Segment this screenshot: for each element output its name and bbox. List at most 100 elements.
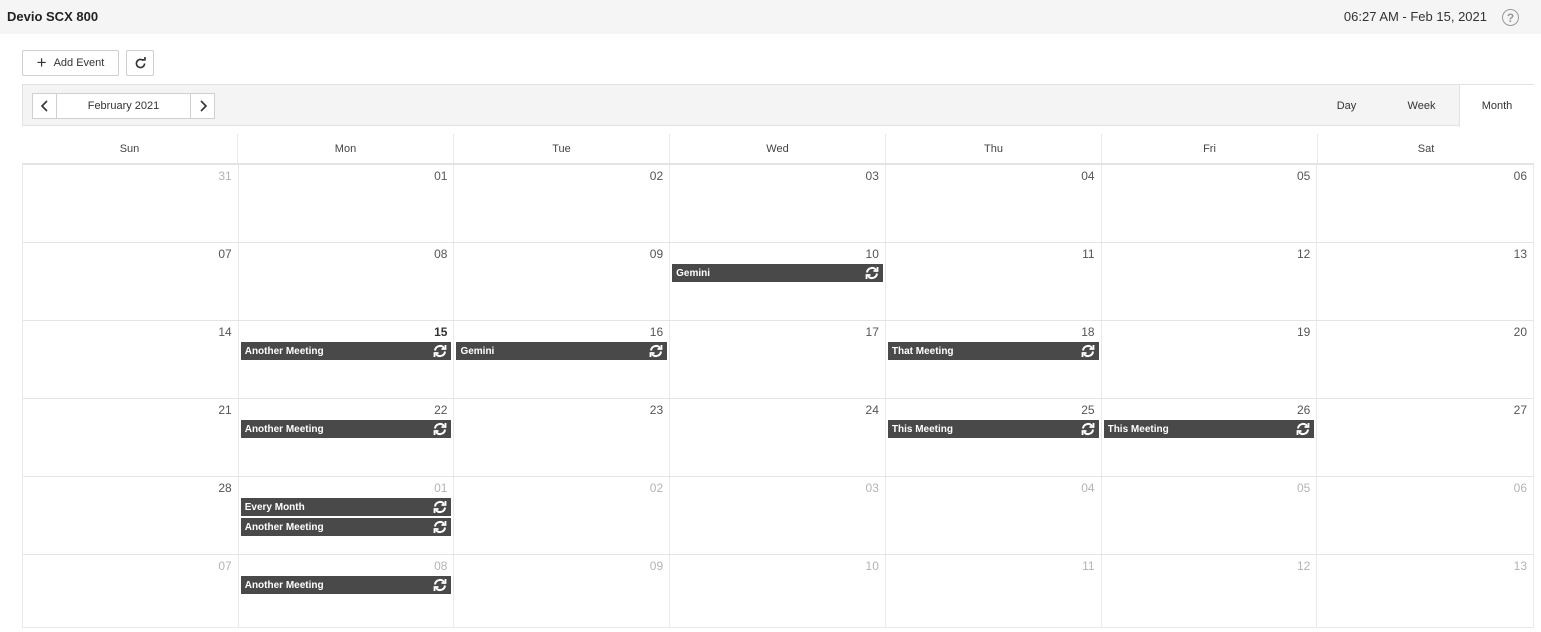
day-number: 05 <box>1296 481 1311 495</box>
recurring-icon <box>431 343 449 359</box>
day-cell[interactable]: 06 <box>1317 165 1533 242</box>
view-tab-week[interactable]: Week <box>1384 85 1459 126</box>
event-item[interactable]: That Meeting <box>887 342 1099 360</box>
recurring-icon <box>431 421 449 437</box>
view-tab-month[interactable]: Month <box>1459 85 1534 127</box>
day-cell[interactable]: 22 Another Meeting <box>239 399 455 476</box>
day-number: 18 <box>1081 325 1095 339</box>
day-number: 23 <box>649 403 664 417</box>
weekday-header-fri: Fri <box>1102 134 1318 163</box>
day-number: 07 <box>218 559 232 573</box>
day-cell[interactable]: 09 <box>454 243 671 320</box>
day-number: 27 <box>1513 403 1528 417</box>
clock-display: 06:27 AM - Feb 15, 2021 <box>1343 9 1487 24</box>
day-cell[interactable]: 31 <box>23 165 239 242</box>
day-cell[interactable]: 09 <box>454 555 671 627</box>
month-grid: 31 01 02 03 04 05 06 07 08 09 10 Gemini 11 12 13 14 15 An… <box>22 165 1534 628</box>
day-number: 22 <box>434 403 448 417</box>
event-item[interactable]: Another Meeting <box>240 420 452 438</box>
day-number: 08 <box>434 559 448 573</box>
week-row: 21 22 Another Meeting 23 24 25 This Meeting 26 T… <box>23 399 1533 477</box>
help-icon[interactable]: ? <box>1502 9 1519 26</box>
day-cell[interactable]: 10 <box>670 555 886 627</box>
day-cell[interactable]: 28 <box>23 477 239 554</box>
next-month-button[interactable] <box>190 94 214 118</box>
day-cell[interactable]: 08 <box>239 243 455 320</box>
prev-month-button[interactable] <box>33 94 57 118</box>
day-cell[interactable]: 14 <box>23 321 239 398</box>
day-number: 10 <box>865 247 879 261</box>
day-number: 09 <box>649 559 664 573</box>
day-cell[interactable]: 25 This Meeting <box>886 399 1102 476</box>
event-title: Every Month <box>244 501 305 513</box>
day-number: 11 <box>1082 559 1095 573</box>
day-number: 02 <box>649 481 664 495</box>
day-cell[interactable]: 12 <box>1102 555 1318 627</box>
day-cell[interactable]: 12 <box>1102 243 1318 320</box>
day-cell[interactable]: 27 <box>1317 399 1533 476</box>
event-title: This Meeting <box>1107 423 1169 435</box>
event-item[interactable]: This Meeting <box>1103 420 1315 438</box>
day-cell[interactable]: 13 <box>1317 555 1533 627</box>
day-number: 04 <box>1081 481 1095 495</box>
event-item[interactable]: Another Meeting <box>240 576 452 594</box>
day-cell[interactable]: 07 <box>23 243 239 320</box>
view-tab-day[interactable]: Day <box>1309 85 1384 126</box>
day-cell[interactable]: 02 <box>454 477 671 554</box>
day-cell[interactable]: 03 <box>670 477 886 554</box>
day-number: 15 <box>434 325 448 339</box>
day-cell[interactable]: 01 <box>239 165 455 242</box>
chevron-right-icon <box>199 100 207 112</box>
day-number: 25 <box>1081 403 1095 417</box>
day-cell[interactable]: 16 Gemini <box>454 321 671 398</box>
week-row: 07 08 09 10 Gemini 11 12 13 <box>23 243 1533 321</box>
day-cell[interactable]: 13 <box>1317 243 1533 320</box>
day-number: 12 <box>1296 247 1311 261</box>
day-cell[interactable]: 18 That Meeting <box>886 321 1102 398</box>
day-cell[interactable]: 10 Gemini <box>670 243 886 320</box>
event-item[interactable]: Another Meeting <box>240 342 452 360</box>
day-number: 28 <box>218 481 232 495</box>
day-cell[interactable]: 17 <box>670 321 886 398</box>
add-event-button[interactable]: + Add Event <box>22 50 119 76</box>
event-title: Another Meeting <box>244 521 324 533</box>
day-cell[interactable]: 05 <box>1102 477 1318 554</box>
day-number: 24 <box>865 403 879 417</box>
event-title: Another Meeting <box>244 579 324 591</box>
weekday-header-sun: Sun <box>22 134 238 163</box>
day-cell[interactable]: 20 <box>1317 321 1533 398</box>
event-item[interactable]: This Meeting <box>887 420 1099 438</box>
day-cell[interactable]: 06 <box>1317 477 1533 554</box>
day-cell[interactable]: 08 Another Meeting <box>239 555 455 627</box>
day-cell[interactable]: 26 This Meeting <box>1102 399 1318 476</box>
day-cell[interactable]: 15 Another Meeting <box>239 321 455 398</box>
weekday-header-thu: Thu <box>886 134 1102 163</box>
day-cell[interactable]: 11 <box>886 243 1102 320</box>
event-title: Gemini <box>460 345 495 357</box>
weekday-header-sat: Sat <box>1417 142 1435 155</box>
week-row: 28 01 Every Month Another Meeting 02 03 04 05 06 <box>23 477 1533 555</box>
day-cell[interactable]: 19 <box>1102 321 1318 398</box>
day-cell[interactable]: 24 <box>670 399 886 476</box>
day-cell[interactable]: 21 <box>23 399 239 476</box>
day-cell[interactable]: 07 <box>23 555 239 627</box>
refresh-button[interactable] <box>126 50 154 76</box>
event-item[interactable]: Gemini <box>672 264 883 282</box>
app-header: Devio SCX 800 06:27 AM - Feb 15, 2021 ? <box>0 0 1541 34</box>
day-cell[interactable]: 11 <box>886 555 1102 627</box>
event-item[interactable]: Every Month <box>240 498 452 516</box>
day-cell[interactable]: 23 <box>454 399 671 476</box>
day-cell[interactable]: 03 <box>670 165 886 242</box>
add-event-label: Add Event <box>53 57 105 69</box>
day-number: 13 <box>1513 559 1528 573</box>
event-item[interactable]: Gemini <box>456 342 668 360</box>
event-item[interactable]: Another Meeting <box>240 518 452 536</box>
day-cell[interactable]: 01 Every Month Another Meeting <box>239 477 455 554</box>
day-cell[interactable]: 05 <box>1102 165 1318 242</box>
day-cell[interactable]: 04 <box>886 165 1102 242</box>
weekday-header-wed: Wed <box>670 134 886 163</box>
day-number: 31 <box>218 169 232 183</box>
day-cell[interactable]: 02 <box>454 165 671 242</box>
day-cell[interactable]: 04 <box>886 477 1102 554</box>
current-month-label[interactable]: February 2021 <box>57 94 190 118</box>
